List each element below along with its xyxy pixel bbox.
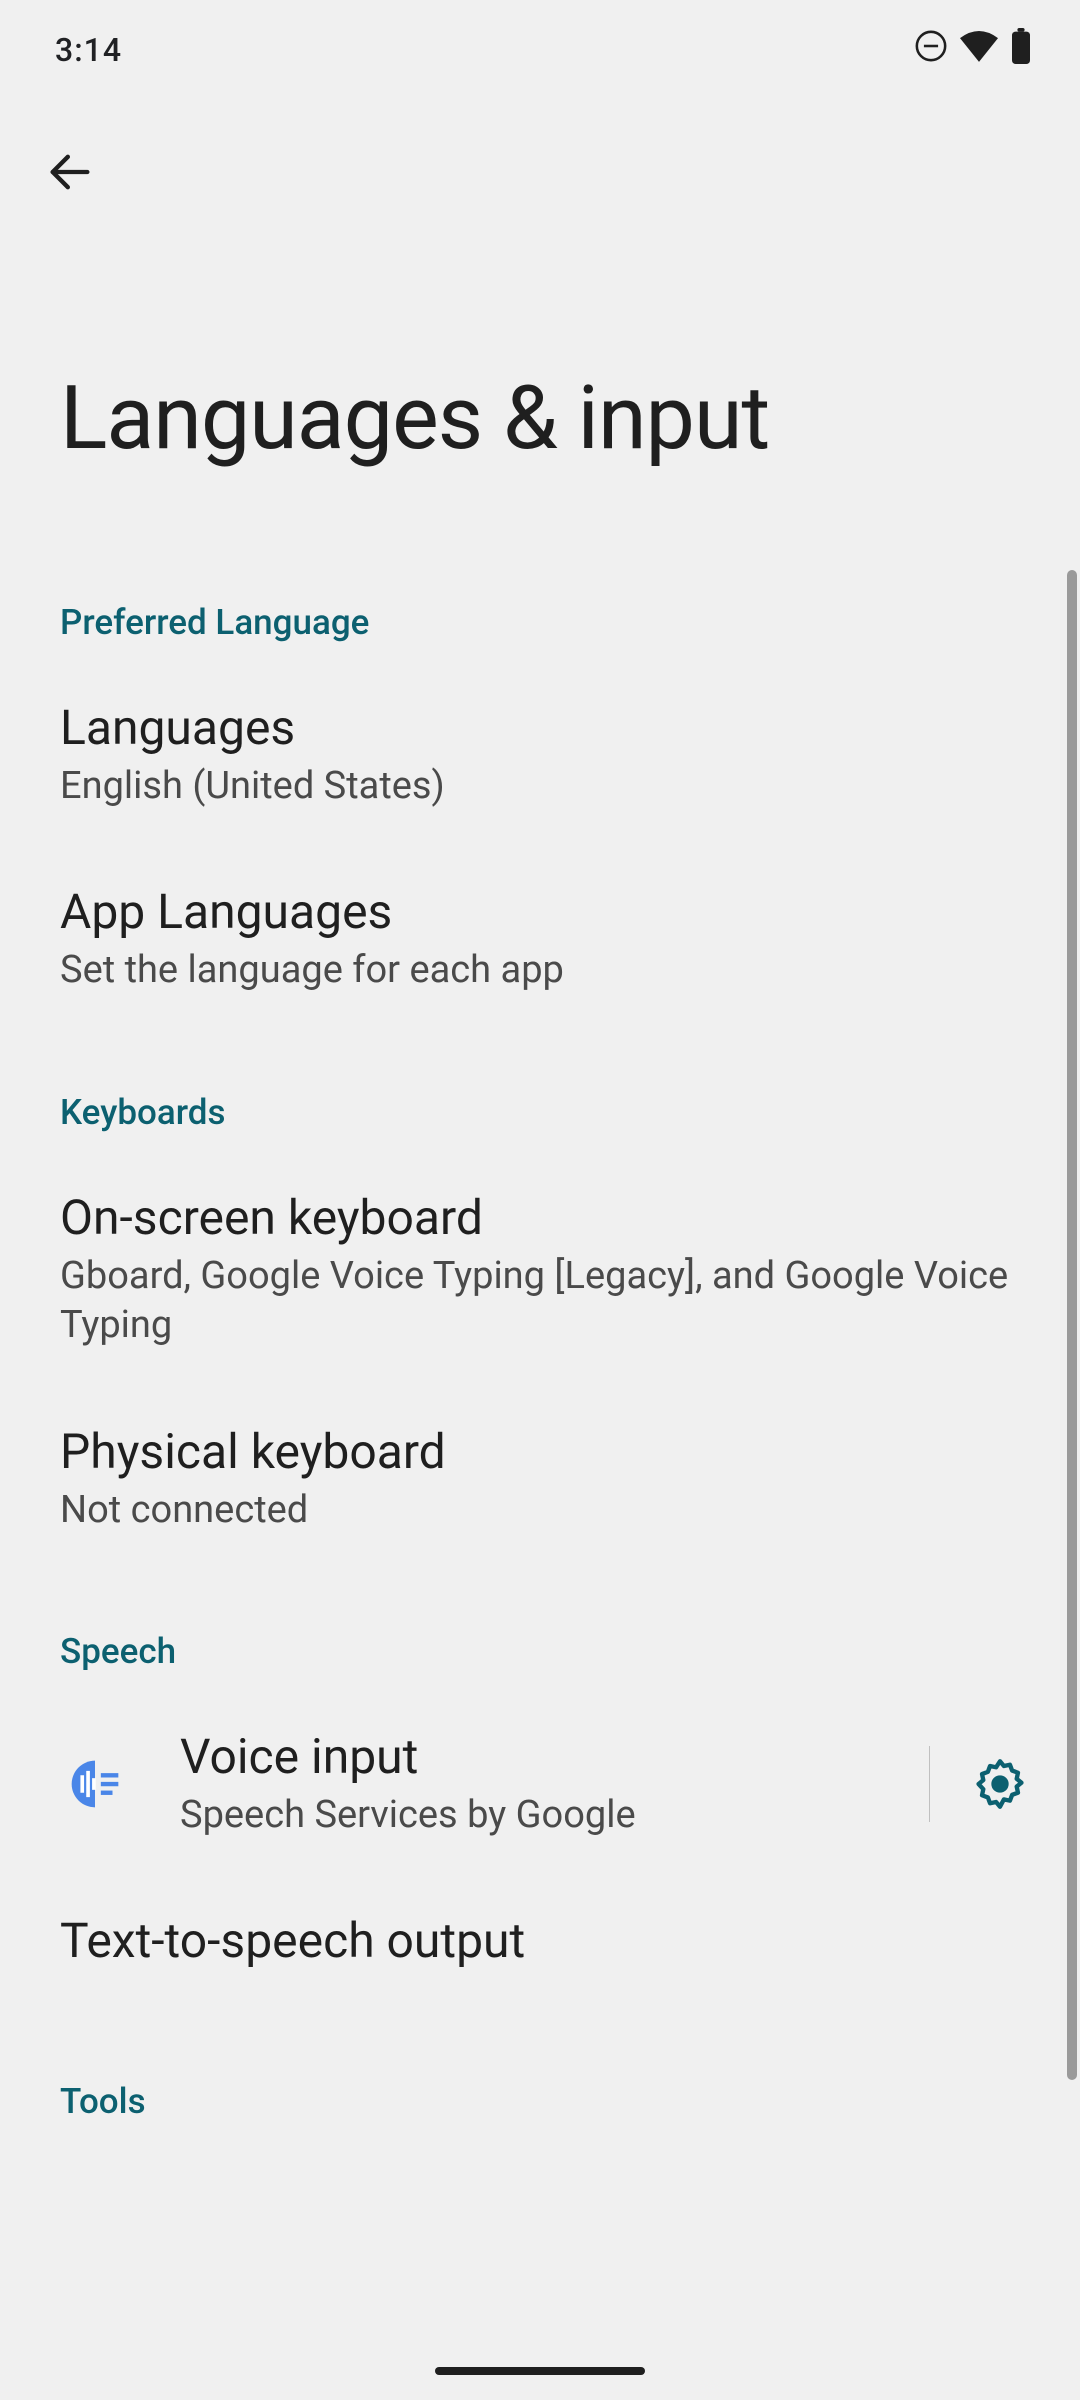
page-title: Languages & input <box>0 212 1080 580</box>
item-voice-input-title: Voice input <box>180 1728 899 1785</box>
dnd-icon <box>914 29 948 71</box>
item-app-languages[interactable]: App Languages Set the language for each … <box>0 847 1080 1031</box>
battery-icon <box>1010 28 1032 72</box>
back-button[interactable] <box>40 142 100 202</box>
status-time: 3:14 <box>55 31 122 69</box>
item-onscreen-keyboard-subtitle: Gboard, Google Voice Typing [Legacy], an… <box>60 1252 1020 1351</box>
gear-icon <box>974 1758 1026 1810</box>
item-physical-keyboard-title: Physical keyboard <box>60 1423 1020 1480</box>
item-tts-output[interactable]: Text-to-speech output <box>0 1876 1080 2011</box>
voice-input-icon <box>60 1749 130 1819</box>
top-bar <box>0 82 1080 212</box>
item-physical-keyboard[interactable]: Physical keyboard Not connected <box>0 1387 1080 1571</box>
section-header-keyboards: Keyboards <box>0 1070 1080 1153</box>
item-app-languages-subtitle: Set the language for each app <box>60 946 1020 995</box>
scrollbar[interactable] <box>1067 570 1077 2080</box>
item-onscreen-keyboard[interactable]: On-screen keyboard Gboard, Google Voice … <box>0 1153 1080 1387</box>
item-voice-input-row: Voice input Speech Services by Google <box>0 1692 1080 1876</box>
voice-input-settings-button[interactable] <box>960 1744 1040 1824</box>
status-bar: 3:14 <box>0 0 1080 82</box>
item-tts-output-title: Text-to-speech output <box>60 1912 1020 1969</box>
item-physical-keyboard-subtitle: Not connected <box>60 1486 1020 1535</box>
status-icons <box>914 28 1032 72</box>
item-voice-input-subtitle: Speech Services by Google <box>180 1791 899 1840</box>
wifi-icon <box>960 29 998 71</box>
arrow-left-icon <box>44 146 96 198</box>
item-voice-input[interactable]: Voice input Speech Services by Google <box>180 1728 899 1840</box>
item-languages[interactable]: Languages English (United States) <box>0 663 1080 847</box>
section-header-preferred-language: Preferred Language <box>0 580 1080 663</box>
item-languages-title: Languages <box>60 699 1020 756</box>
item-app-languages-title: App Languages <box>60 883 1020 940</box>
divider <box>929 1746 930 1822</box>
navigation-handle[interactable] <box>435 2367 645 2375</box>
item-languages-subtitle: English (United States) <box>60 762 1020 811</box>
item-onscreen-keyboard-title: On-screen keyboard <box>60 1189 1020 1246</box>
section-header-speech: Speech <box>0 1609 1080 1692</box>
section-header-tools: Tools <box>0 2059 1080 2142</box>
